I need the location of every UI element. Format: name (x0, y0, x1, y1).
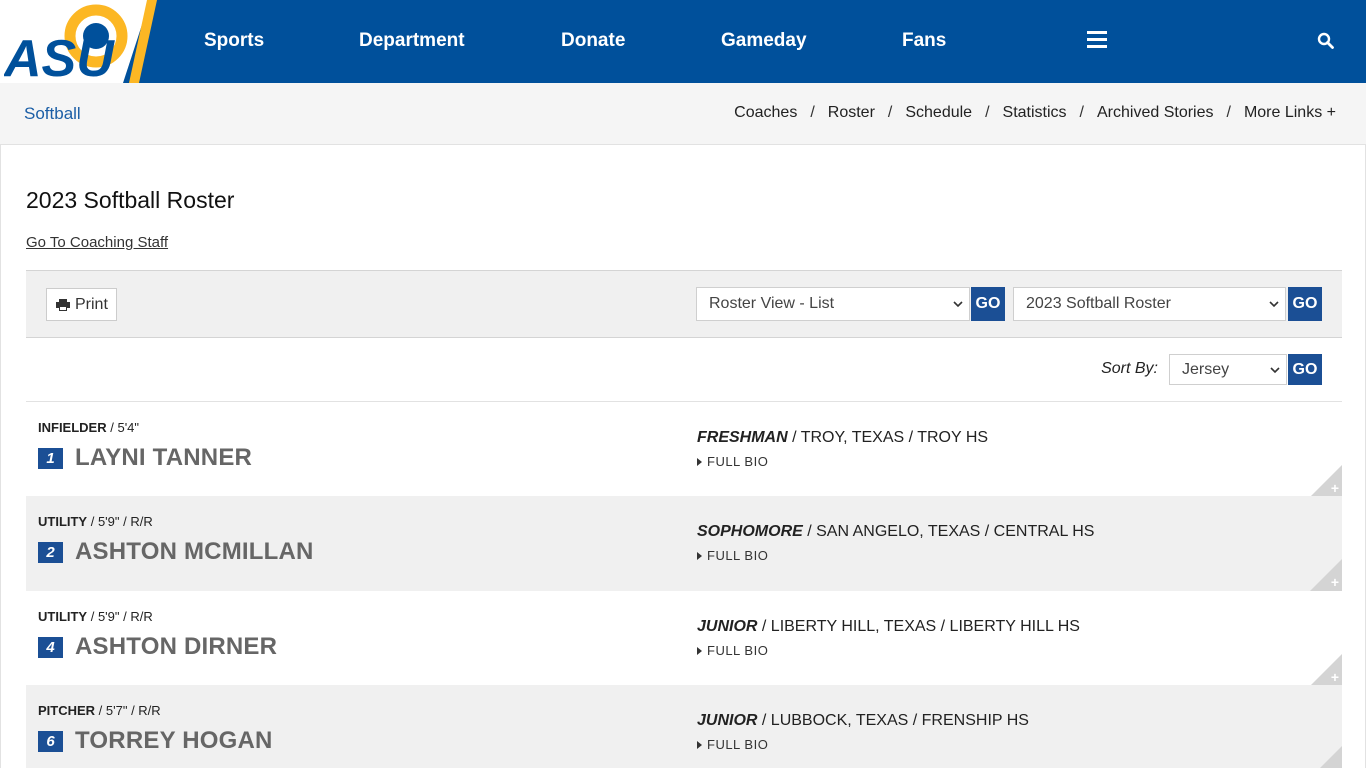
sport-title[interactable]: Softball (24, 104, 81, 124)
season-go-button[interactable]: GO (1288, 287, 1322, 321)
logo-mark-icon: ASU (4, 4, 128, 80)
roster-view-go-button[interactable]: GO (971, 287, 1005, 321)
logo-text: ASU (4, 30, 115, 80)
top-navigation-bar: ASU Sports Department Donate Gameday Fan… (0, 0, 1366, 83)
nav-sports[interactable]: Sports (204, 30, 264, 52)
asu-logo[interactable]: ASU (0, 0, 160, 83)
player-position: UTILITY / 5'9" / R/R (38, 514, 153, 529)
player-info: SOPHOMORE / SAN ANGELO, TEXAS / CENTRAL … (697, 523, 1095, 540)
full-bio-link[interactable]: FULL BIO (697, 454, 768, 469)
separator: / (1079, 104, 1084, 121)
printer-icon (56, 298, 70, 311)
table-row[interactable]: PITCHER / 5'7" / R/R 6 TORREY HOGAN JUNI… (26, 685, 1342, 768)
subnav-schedule[interactable]: Schedule (905, 104, 972, 122)
player-name[interactable]: LAYNI TANNER (75, 444, 252, 472)
table-row[interactable]: UTILITY / 5'9" / R/R 4 ASHTON DIRNER JUN… (26, 591, 1342, 686)
chevron-down-icon (1270, 367, 1280, 374)
subnav-roster[interactable]: Roster (828, 104, 875, 122)
full-bio-link[interactable]: FULL BIO (697, 643, 768, 658)
separator: / (985, 104, 990, 121)
jersey-number: 4 (38, 637, 63, 658)
sort-select[interactable]: Jersey (1169, 354, 1287, 385)
search-icon[interactable] (1317, 32, 1335, 50)
season-value: 2023 Softball Roster (1026, 295, 1171, 312)
chevron-down-icon (1269, 301, 1279, 308)
jersey-number: 1 (38, 448, 63, 469)
player-info: JUNIOR / LIBERTY HILL, TEXAS / LIBERTY H… (697, 618, 1080, 635)
expand-row-button[interactable]: + (1310, 559, 1342, 591)
nav-donate[interactable]: Donate (561, 30, 625, 52)
roster-toolbar: Print Roster View - List GO 2023 Softbal… (26, 270, 1342, 338)
table-row[interactable]: UTILITY / 5'9" / R/R 2 ASHTON MCMILLAN S… (26, 496, 1342, 591)
roster-view-value: Roster View - List (709, 295, 835, 312)
subnav-archived-stories[interactable]: Archived Stories (1097, 104, 1214, 122)
caret-right-icon (697, 647, 702, 655)
nav-gameday[interactable]: Gameday (721, 30, 807, 52)
sort-label: Sort By: (1101, 360, 1158, 377)
expand-row-button[interactable]: + (1310, 654, 1342, 686)
caret-right-icon (697, 458, 702, 466)
player-info: FRESHMAN / TROY, TEXAS / TROY HS (697, 429, 989, 446)
expand-row-button[interactable] (1320, 746, 1342, 768)
player-info: JUNIOR / LUBBOCK, TEXAS / FRENSHIP HS (697, 712, 1029, 729)
sort-value: Jersey (1182, 360, 1230, 378)
print-label: Print (75, 295, 108, 313)
subnav-coaches[interactable]: Coaches (734, 104, 797, 122)
caret-right-icon (697, 741, 702, 749)
player-position: UTILITY / 5'9" / R/R (38, 609, 153, 624)
page-title: 2023 Softball Roster (26, 187, 235, 213)
player-name[interactable]: ASHTON DIRNER (75, 633, 277, 661)
caret-right-icon (697, 552, 702, 560)
separator: / (887, 104, 893, 121)
expand-row-button[interactable]: + (1310, 465, 1342, 497)
sort-bar: Sort By: Jersey GO (26, 338, 1342, 402)
plus-icon: + (1330, 574, 1339, 590)
subnav-links: Coaches / Roster / Schedule / Statistics… (734, 104, 1336, 122)
subnav-more-links[interactable]: More Links + (1244, 104, 1336, 122)
jersey-number: 2 (38, 542, 63, 563)
plus-icon: + (1330, 669, 1339, 685)
separator: / (1226, 104, 1231, 121)
chevron-down-icon (953, 301, 963, 308)
separator: / (810, 104, 815, 121)
sort-go-button[interactable]: GO (1288, 354, 1322, 385)
player-position: PITCHER / 5'7" / R/R (38, 703, 161, 718)
player-name[interactable]: TORREY HOGAN (75, 727, 273, 755)
full-bio-link[interactable]: FULL BIO (697, 548, 768, 563)
table-row[interactable]: INFIELDER / 5'4" 1 LAYNI TANNER FRESHMAN… (26, 402, 1342, 497)
season-select[interactable]: 2023 Softball Roster (1013, 287, 1286, 321)
subnav-statistics[interactable]: Statistics (1003, 104, 1067, 122)
sport-subnav: Softball Coaches / Roster / Schedule / S… (0, 83, 1366, 145)
coaching-staff-link[interactable]: Go To Coaching Staff (26, 234, 168, 251)
player-name[interactable]: ASHTON MCMILLAN (75, 538, 314, 566)
nav-department[interactable]: Department (359, 30, 465, 52)
roster-view-select[interactable]: Roster View - List (696, 287, 970, 321)
hamburger-menu-icon[interactable] (1087, 31, 1107, 49)
nav-fans[interactable]: Fans (902, 30, 946, 52)
roster-content: 2023 Softball Roster Go To Coaching Staf… (0, 145, 1366, 768)
plus-icon: + (1330, 480, 1339, 496)
player-position: INFIELDER / 5'4" (38, 420, 140, 435)
full-bio-link[interactable]: FULL BIO (697, 737, 768, 752)
jersey-number: 6 (38, 731, 63, 752)
print-button[interactable]: Print (46, 288, 117, 321)
